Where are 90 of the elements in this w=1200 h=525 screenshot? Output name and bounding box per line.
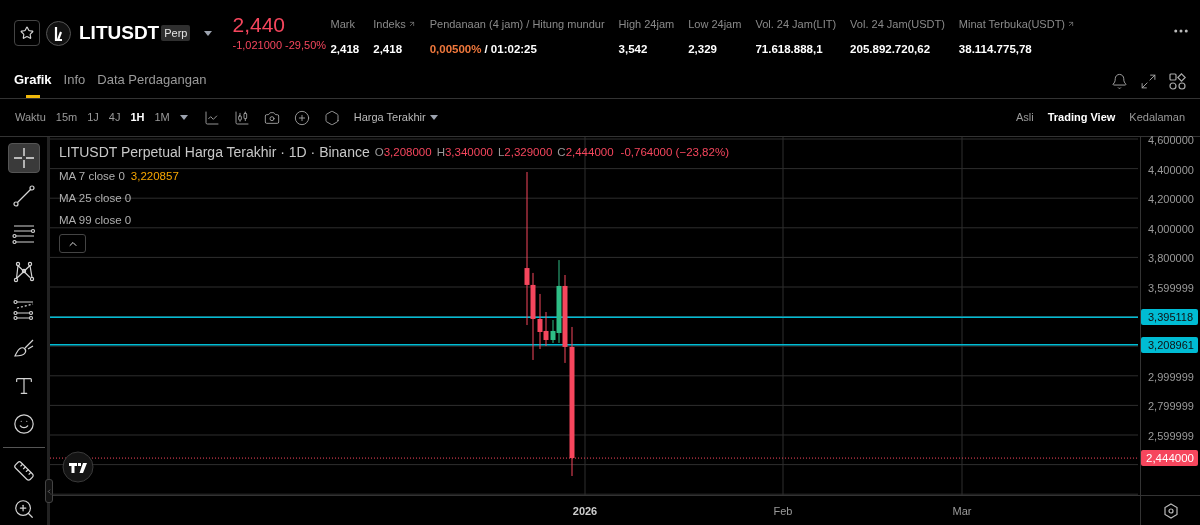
zoom-in-icon bbox=[12, 498, 35, 520]
time-axis-label: Mar bbox=[952, 504, 972, 519]
brush-icon bbox=[12, 337, 35, 359]
drawing-tool-button[interactable] bbox=[7, 143, 40, 173]
stat-value: 2,418 bbox=[373, 41, 404, 57]
logo-icon bbox=[46, 20, 71, 46]
time-axis-label: 2026 bbox=[572, 504, 598, 519]
line-price-tag: 3,395118 bbox=[1141, 309, 1198, 326]
interval-label: Waktu bbox=[15, 110, 46, 126]
stat-label: Minat Terbuka(USDT) bbox=[958, 17, 1066, 32]
time-axis-label: Feb bbox=[773, 504, 793, 519]
price-axis-label: 3,800000 bbox=[1148, 251, 1194, 267]
camera-icon[interactable] bbox=[263, 109, 280, 126]
hexagon-icon[interactable] bbox=[323, 109, 340, 126]
horizontal-price-line[interactable] bbox=[50, 316, 1138, 319]
favorite-button[interactable] bbox=[14, 20, 40, 46]
stat-label: Low 24jam bbox=[688, 17, 742, 32]
tab[interactable]: Info bbox=[63, 67, 86, 98]
settings-icon[interactable] bbox=[1162, 502, 1179, 519]
pattern-icon bbox=[12, 261, 35, 283]
countdown: / 01:02:25 bbox=[484, 41, 537, 57]
stat-label: Indeks bbox=[373, 17, 406, 32]
ohlc-value: H3,340000 bbox=[436, 144, 493, 160]
price-type-dropdown[interactable]: Harga Terakhir bbox=[353, 109, 438, 126]
price-axis-label: 4,600000 bbox=[1148, 133, 1194, 148]
stat-value: 3,542 bbox=[618, 41, 649, 57]
stat-label: High 24jam bbox=[618, 17, 675, 32]
indicator-label: MA 99 close 0 bbox=[59, 212, 132, 228]
interval-option[interactable]: 1M bbox=[154, 109, 170, 126]
indicator-label: MA 7 close 0 bbox=[59, 168, 125, 184]
symbol-name: LITUSDT bbox=[79, 20, 160, 45]
price-axis-label: 2,599999 bbox=[1148, 429, 1194, 444]
horizontal-lines-icon bbox=[11, 223, 36, 245]
ruler-icon bbox=[12, 460, 35, 482]
interval-option[interactable]: 4J bbox=[108, 109, 121, 126]
external-link-icon bbox=[1067, 20, 1076, 29]
price-change: -1,021000 -29,50% bbox=[232, 37, 325, 53]
stat-label: Mark bbox=[330, 17, 355, 32]
fib-lines-icon bbox=[12, 299, 35, 321]
interval-option[interactable]: 1H bbox=[130, 109, 145, 126]
price-axis-label: 2,799999 bbox=[1148, 399, 1194, 415]
view-option[interactable]: Kedalaman bbox=[1129, 109, 1185, 126]
stat-value: 2,418 bbox=[330, 41, 360, 57]
chart-change: -0,764000 (−23,82%) bbox=[620, 144, 729, 160]
star-icon bbox=[20, 26, 34, 40]
stat-label: Vol. 24 Jam(LIT) bbox=[755, 17, 837, 32]
external-link-icon bbox=[407, 20, 416, 29]
bell-icon[interactable] bbox=[1111, 73, 1128, 90]
last-price-tag: 2,444000 bbox=[1141, 450, 1198, 467]
funding-rate: 0,00500% bbox=[429, 41, 482, 57]
ohlc-value: O3,208000 bbox=[374, 144, 432, 160]
collapse-legend-button[interactable] bbox=[59, 234, 86, 253]
view-option[interactable]: Trading View bbox=[1047, 109, 1116, 126]
price-axis-label: 4,000000 bbox=[1148, 221, 1194, 237]
price-type-caret-icon bbox=[429, 115, 438, 120]
tab[interactable]: Grafik bbox=[14, 67, 52, 98]
price-axis-label: 4,200000 bbox=[1148, 192, 1194, 208]
stat-value: 205.892.720,62 bbox=[850, 41, 932, 57]
last-price: 2,440 bbox=[232, 12, 287, 37]
ohlc-value: L2,329000 bbox=[497, 144, 553, 160]
indicator-label: MA 25 close 0 bbox=[59, 190, 132, 206]
interval-option[interactable]: 1J bbox=[87, 109, 99, 126]
interval-caret-icon bbox=[179, 115, 188, 120]
candlestick-icon[interactable] bbox=[233, 109, 250, 126]
trend-line-icon bbox=[12, 185, 35, 207]
crosshair-icon bbox=[12, 147, 35, 169]
collapse-handle[interactable] bbox=[45, 479, 53, 503]
ohlc-value: C2,444000 bbox=[557, 144, 614, 160]
add-indicator-icon[interactable] bbox=[293, 109, 310, 126]
stat-value: 71.618.888,1 bbox=[755, 41, 824, 57]
expand-icon[interactable] bbox=[1140, 73, 1157, 90]
dropdown-caret-icon bbox=[204, 30, 213, 36]
stat-label: Pendanaan (4 jam) / Hitung mundur bbox=[429, 17, 605, 32]
apps-icon[interactable] bbox=[1169, 73, 1186, 90]
stat-value: 38.114.775,78 bbox=[958, 41, 1033, 57]
indicator-value: 3,220857 bbox=[130, 168, 179, 184]
smiley-icon bbox=[12, 413, 35, 435]
chevron-left-icon bbox=[46, 487, 52, 495]
stat-label: Vol. 24 Jam(USDT) bbox=[850, 17, 945, 32]
perp-tag: Perp bbox=[161, 24, 191, 42]
line-chart-icon[interactable] bbox=[203, 109, 220, 126]
price-axis-label: 3,599999 bbox=[1148, 281, 1194, 296]
line-price-tag: 3,208961 bbox=[1141, 336, 1198, 353]
view-option[interactable]: Asli bbox=[1015, 109, 1034, 126]
stat-value: 2,329 bbox=[688, 41, 718, 57]
price-axis-label: 2,999999 bbox=[1148, 369, 1194, 385]
interval-option[interactable]: 15m bbox=[55, 109, 78, 126]
price-axis-label: 4,400000 bbox=[1148, 162, 1194, 178]
chart-title: LITUSDT Perpetual Harga Terakhir · 1D · Binance bbox=[59, 143, 370, 162]
tab[interactable]: Data Perdagangan bbox=[97, 67, 207, 98]
